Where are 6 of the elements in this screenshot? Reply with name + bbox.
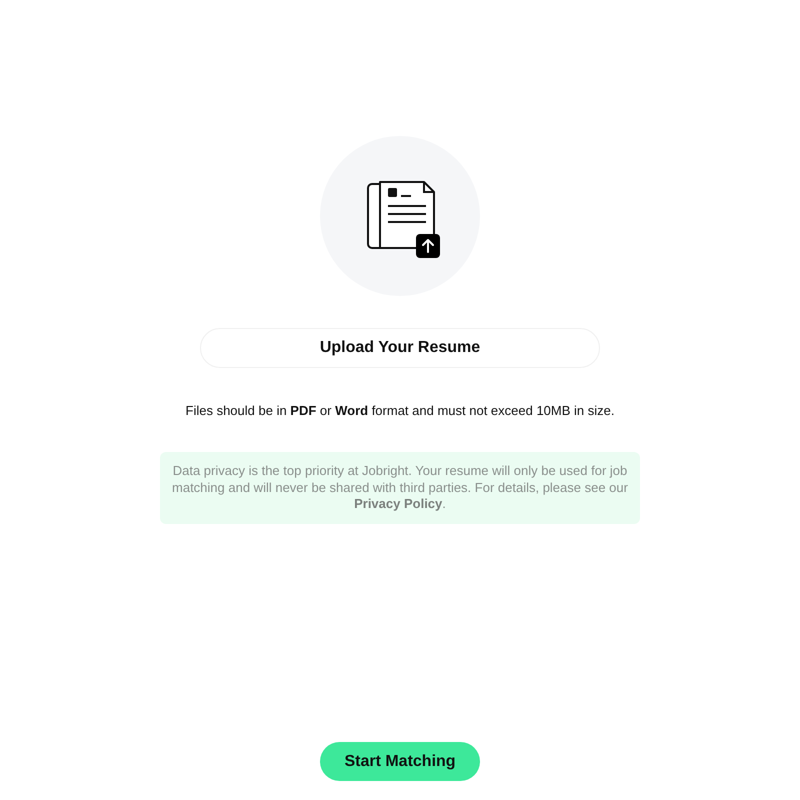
- upload-resume-button[interactable]: Upload Your Resume: [200, 328, 600, 368]
- file-requirements-text: Files should be in PDF or Word format and must not exceed 10MB in size.: [186, 402, 614, 420]
- privacy-policy-link[interactable]: Privacy Policy: [354, 496, 442, 511]
- resume-upload-icon: [366, 178, 442, 258]
- start-matching-button[interactable]: Start Matching: [320, 742, 480, 781]
- privacy-notice: Data privacy is the top priority at Jobright. Your resume will only be used for job matching and will never be shared with third parties. For details, please see our Privacy Policy.: [160, 452, 640, 524]
